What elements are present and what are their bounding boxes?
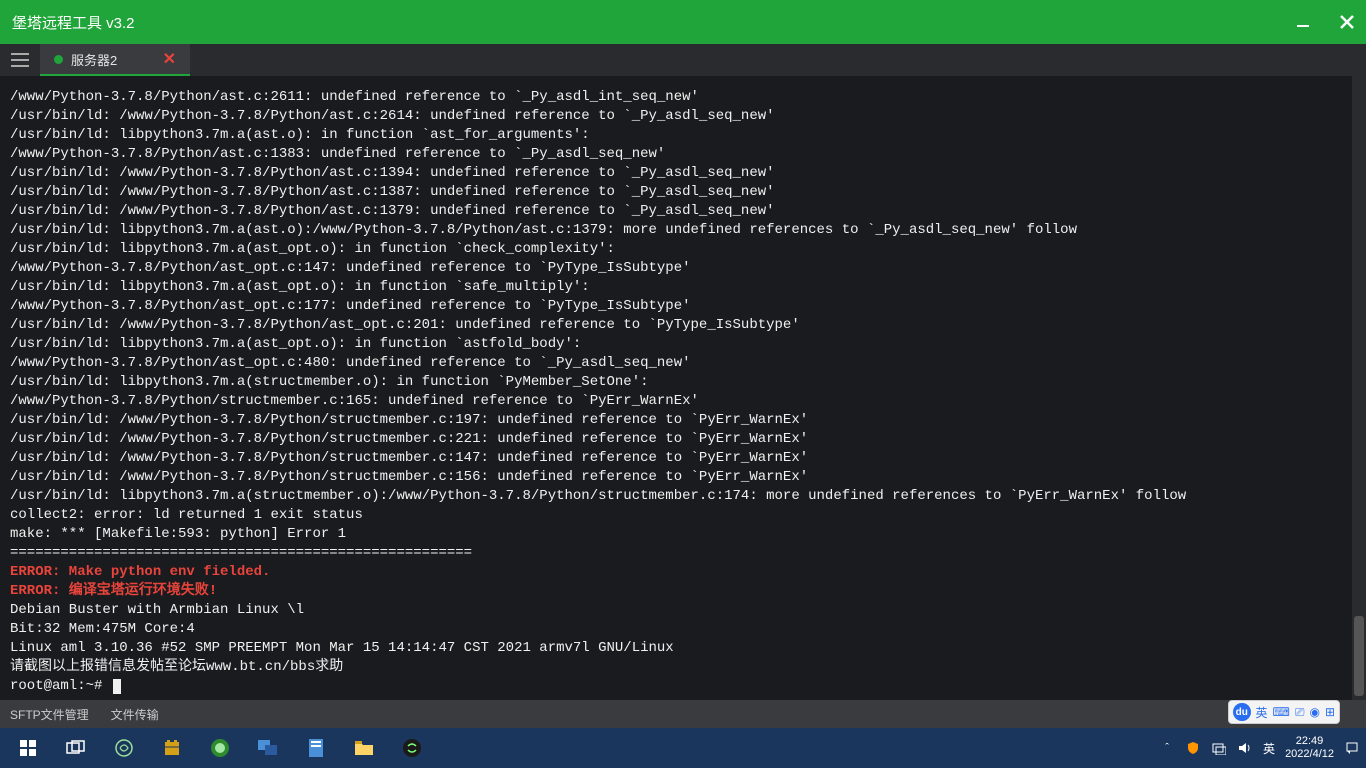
terminal-line: /usr/bin/ld: libpython3.7m.a(structmembe…	[10, 487, 1366, 506]
tab-server[interactable]: 服务器2 ✕	[40, 44, 190, 76]
status-dot-icon	[54, 55, 63, 64]
menu-button[interactable]	[0, 44, 40, 76]
terminal-line: ========================================…	[10, 544, 1366, 563]
tray-network-icon[interactable]	[1211, 740, 1227, 756]
tray-ime-label[interactable]: 英	[1263, 740, 1275, 757]
float-user-icon[interactable]: ◉	[1309, 705, 1319, 719]
terminal-line: make: *** [Makefile:593: python] Error 1	[10, 525, 1366, 544]
tray-shield-icon[interactable]	[1185, 740, 1201, 756]
float-screen-icon[interactable]: ⎚	[1295, 705, 1305, 720]
minimize-button[interactable]	[1294, 13, 1312, 31]
terminal-line: Linux aml 3.10.36 #52 SMP PREEMPT Mon Ma…	[10, 639, 1366, 658]
bottom-bar: SFTP文件管理 文件传输	[0, 700, 1366, 728]
tray-clock[interactable]: 22:49 2022/4/12	[1285, 735, 1334, 761]
sftp-manager-button[interactable]: SFTP文件管理	[10, 706, 89, 723]
terminal-line: /usr/bin/ld: /www/Python-3.7.8/Python/as…	[10, 107, 1366, 126]
terminal-line: ERROR: 编译宝塔运行环境失败!	[10, 582, 1366, 601]
terminal-line: /usr/bin/ld: /www/Python-3.7.8/Python/st…	[10, 411, 1366, 430]
file-transfer-button[interactable]: 文件传输	[111, 706, 159, 723]
tray-chevron-icon[interactable]: ˆ	[1159, 740, 1175, 756]
terminal-line: /www/Python-3.7.8/Python/ast_opt.c:147: …	[10, 259, 1366, 278]
terminal-line: /usr/bin/ld: /www/Python-3.7.8/Python/st…	[10, 468, 1366, 487]
terminal-line: /usr/bin/ld: libpython3.7m.a(structmembe…	[10, 373, 1366, 392]
terminal-line: /usr/bin/ld: libpython3.7m.a(ast_opt.o):…	[10, 335, 1366, 354]
tray-notifications-icon[interactable]	[1344, 740, 1360, 756]
terminal-line: ERROR: Make python env fielded.	[10, 563, 1366, 582]
window-title: 堡塔远程工具 v3.2	[12, 12, 135, 33]
terminal-line: /usr/bin/ld: /www/Python-3.7.8/Python/as…	[10, 183, 1366, 202]
terminal-line: /usr/bin/ld: /www/Python-3.7.8/Python/as…	[10, 164, 1366, 183]
float-ime-label[interactable]: 英	[1256, 704, 1268, 721]
float-grid-icon[interactable]: ⊞	[1325, 705, 1335, 719]
taskbar-app-5[interactable]	[292, 728, 340, 768]
window-titlebar: 堡塔远程工具 v3.2	[0, 0, 1366, 44]
tab-label: 服务器2	[71, 50, 155, 69]
terminal-line: /usr/bin/ld: /www/Python-3.7.8/Python/st…	[10, 430, 1366, 449]
taskbar-app-4[interactable]	[244, 728, 292, 768]
tab-close-icon[interactable]: ✕	[163, 49, 176, 69]
terminal-line: /www/Python-3.7.8/Python/ast.c:2611: und…	[10, 88, 1366, 107]
terminal-scrollbar[interactable]	[1352, 76, 1366, 700]
scrollbar-thumb[interactable]	[1354, 616, 1364, 696]
tab-bar: 服务器2 ✕	[0, 44, 1366, 76]
baidu-logo-icon: du	[1233, 703, 1251, 721]
close-button[interactable]	[1338, 13, 1356, 31]
tray-time: 22:49	[1285, 735, 1334, 748]
taskbar-file-explorer[interactable]	[340, 728, 388, 768]
start-button[interactable]	[4, 728, 52, 768]
ime-float-bar[interactable]: du 英 ⌨ ⎚ ◉ ⊞	[1228, 700, 1340, 724]
terminal-output[interactable]: /www/Python-3.7.8/Python/ast.c:2611: und…	[0, 76, 1366, 700]
taskbar-app-1[interactable]	[100, 728, 148, 768]
terminal-prompt: root@aml:~#	[10, 677, 1366, 696]
tray-date: 2022/4/12	[1285, 748, 1334, 761]
windows-taskbar: ˆ 英 22:49 2022/4/12	[0, 728, 1366, 768]
cursor-icon	[113, 679, 121, 694]
terminal-line: /usr/bin/ld: libpython3.7m.a(ast.o): in …	[10, 126, 1366, 145]
terminal-line: /usr/bin/ld: /www/Python-3.7.8/Python/st…	[10, 449, 1366, 468]
terminal-line: Debian Buster with Armbian Linux \l	[10, 601, 1366, 620]
terminal-line: /www/Python-3.7.8/Python/ast.c:1383: und…	[10, 145, 1366, 164]
terminal-line: /usr/bin/ld: /www/Python-3.7.8/Python/as…	[10, 202, 1366, 221]
taskbar-app-2[interactable]	[148, 728, 196, 768]
terminal-line: /usr/bin/ld: libpython3.7m.a(ast.o):/www…	[10, 221, 1366, 240]
system-tray: ˆ 英 22:49 2022/4/12	[1159, 728, 1360, 768]
float-keyboard-icon[interactable]: ⌨	[1273, 705, 1290, 719]
task-view-button[interactable]	[52, 728, 100, 768]
terminal-line: /usr/bin/ld: libpython3.7m.a(ast_opt.o):…	[10, 240, 1366, 259]
terminal-line: Bit:32 Mem:475M Core:4	[10, 620, 1366, 639]
tray-volume-icon[interactable]	[1237, 740, 1253, 756]
terminal-line: /www/Python-3.7.8/Python/ast_opt.c:177: …	[10, 297, 1366, 316]
terminal-line: /www/Python-3.7.8/Python/ast_opt.c:480: …	[10, 354, 1366, 373]
terminal-line: /usr/bin/ld: /www/Python-3.7.8/Python/as…	[10, 316, 1366, 335]
taskbar-app-3[interactable]	[196, 728, 244, 768]
terminal-line: /www/Python-3.7.8/Python/structmember.c:…	[10, 392, 1366, 411]
terminal-line: collect2: error: ld returned 1 exit stat…	[10, 506, 1366, 525]
terminal-line: 请截图以上报错信息发帖至论坛www.bt.cn/bbs求助	[10, 658, 1366, 677]
terminal-line: /usr/bin/ld: libpython3.7m.a(ast_opt.o):…	[10, 278, 1366, 297]
taskbar-app-6[interactable]	[388, 728, 436, 768]
